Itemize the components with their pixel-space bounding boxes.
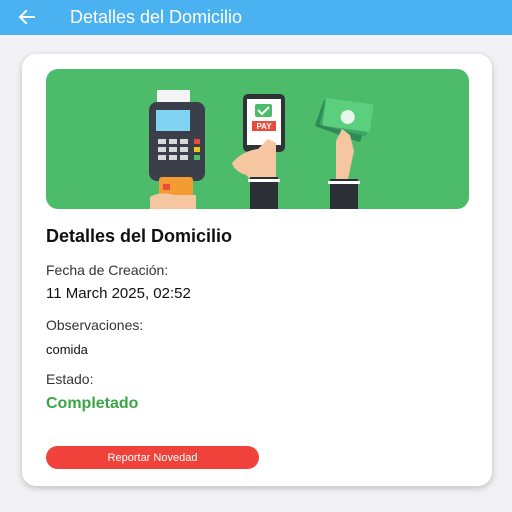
details-card: PAY Detalles del Domicilio Fecha de Crea… [22, 54, 492, 486]
arrow-left-icon [18, 9, 35, 25]
report-button[interactable]: Reportar Novedad [46, 446, 259, 469]
app-bar-title: Detalles del Domicilio [70, 7, 243, 27]
phone-pay-icon: PAY [232, 94, 285, 209]
cash-icon [315, 98, 374, 209]
estado-label: Estado: [46, 371, 94, 387]
back-button[interactable] [14, 4, 40, 30]
fecha-label: Fecha de Creación: [46, 262, 169, 278]
details-title: Detalles del Domicilio [46, 226, 233, 246]
observaciones-value: comida [46, 342, 88, 357]
estado-value: Completado [46, 395, 139, 412]
payment-banner: PAY [46, 69, 469, 209]
card-terminal-icon [149, 90, 205, 209]
pay-label: PAY [256, 122, 272, 131]
fecha-value: 11 March 2025, 02:52 [46, 285, 191, 302]
observaciones-label: Observaciones: [46, 317, 144, 333]
payment-methods-illustration: PAY [149, 90, 374, 209]
app-bar: Detalles del Domicilio [0, 0, 512, 35]
